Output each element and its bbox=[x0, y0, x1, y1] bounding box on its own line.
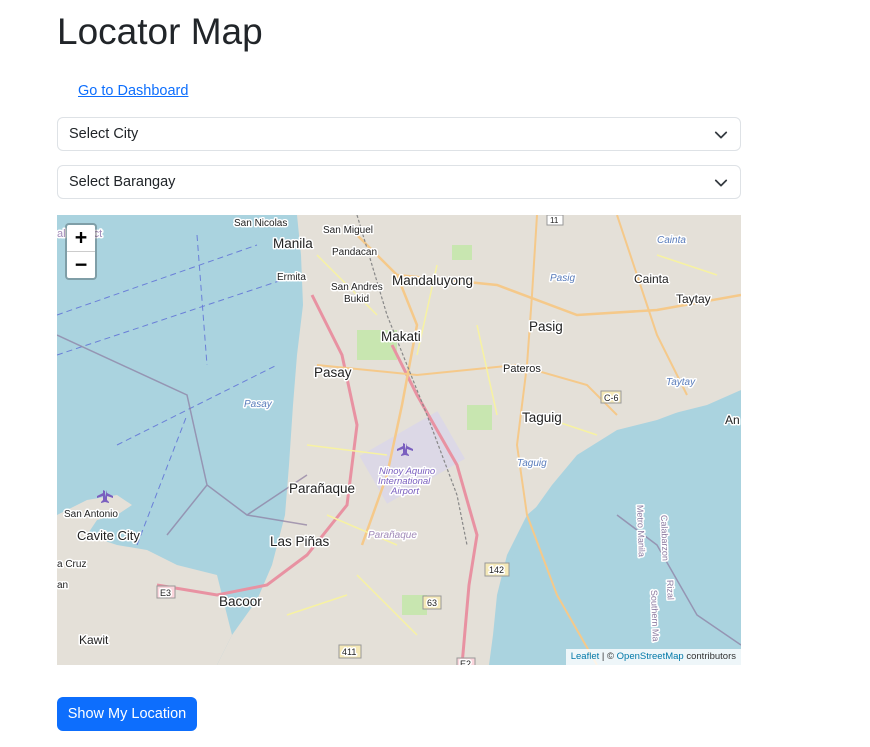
map-label: 63 bbox=[427, 598, 437, 608]
map-label: an bbox=[57, 580, 68, 591]
map-label: Bacoor bbox=[219, 594, 262, 609]
map-label: Mandaluyong bbox=[392, 273, 473, 288]
chevron-down-icon bbox=[714, 131, 728, 139]
city-select[interactable]: Select City bbox=[57, 117, 741, 151]
map-label: Taytay bbox=[666, 377, 696, 388]
leaflet-link[interactable]: Leaflet bbox=[571, 651, 600, 662]
city-select-value: Select City bbox=[69, 126, 139, 142]
attribution-suffix: contributors bbox=[683, 651, 736, 662]
attribution-separator: | © bbox=[599, 651, 617, 662]
map-label: Taguig bbox=[522, 410, 562, 425]
barangay-select-value: Select Barangay bbox=[69, 174, 176, 190]
map-label: Calabarzon bbox=[659, 515, 671, 561]
map-tiles[interactable]: al District San Nicolas San Miguel Manil… bbox=[57, 215, 741, 665]
map-label: Las Piñas bbox=[270, 534, 330, 549]
show-my-location-button[interactable]: Show My Location bbox=[57, 697, 197, 731]
map-label: Pasig bbox=[529, 319, 563, 334]
map-label: Pasay bbox=[244, 399, 273, 410]
map-label: C-6 bbox=[604, 393, 619, 403]
map-label: Cainta bbox=[657, 235, 686, 246]
map-label: E2 bbox=[460, 659, 471, 665]
map-label: Cavite City bbox=[77, 528, 140, 543]
map-label: Manila bbox=[273, 236, 313, 251]
map-label: Ermita bbox=[277, 272, 306, 283]
map-label: Taguig bbox=[517, 458, 547, 469]
map-label: Metro Manila bbox=[635, 505, 647, 557]
map-label: a Cruz bbox=[57, 559, 86, 570]
map-label: Makati bbox=[381, 329, 421, 344]
map-label: Cainta bbox=[634, 272, 669, 286]
map-label: San Antonio bbox=[64, 509, 118, 520]
openstreetmap-link[interactable]: OpenStreetMap bbox=[617, 651, 684, 662]
park bbox=[467, 405, 492, 430]
map-label: Pasay bbox=[314, 365, 352, 380]
map-label: Kawit bbox=[79, 633, 109, 647]
map-label: Southern Ma bbox=[649, 590, 661, 642]
map-label: An bbox=[725, 413, 740, 427]
map-label: San Andres bbox=[331, 282, 383, 293]
map-label: Parañaque bbox=[289, 481, 355, 496]
map-label: 11 bbox=[550, 216, 559, 225]
zoom-in-button[interactable]: + bbox=[67, 225, 95, 251]
zoom-out-button[interactable]: − bbox=[67, 251, 95, 278]
map-attribution: Leaflet | © OpenStreetMap contributors bbox=[565, 649, 741, 665]
map-label: 411 bbox=[342, 647, 356, 657]
map-label: San Miguel bbox=[323, 225, 373, 236]
park bbox=[452, 245, 472, 260]
map-view[interactable]: al District San Nicolas San Miguel Manil… bbox=[57, 215, 741, 665]
map-label: Pateros bbox=[503, 363, 541, 375]
map-label: Pasig bbox=[550, 273, 575, 284]
map-label: Bukid bbox=[344, 294, 369, 305]
dashboard-link[interactable]: Go to Dashboard bbox=[78, 83, 188, 99]
map-label: Airport bbox=[390, 486, 419, 497]
map-label: E3 bbox=[160, 588, 171, 598]
map-label: Parañaque bbox=[368, 530, 417, 541]
map-label: San Nicolas bbox=[234, 218, 287, 229]
barangay-select[interactable]: Select Barangay bbox=[57, 165, 741, 199]
map-label: Taytay bbox=[676, 292, 711, 306]
map-label: Rizal bbox=[665, 580, 676, 600]
zoom-control: + − bbox=[65, 223, 97, 280]
map-label: Pandacan bbox=[332, 247, 377, 258]
page-title: Locator Map bbox=[57, 11, 263, 52]
chevron-down-icon bbox=[714, 179, 728, 187]
map-label: 142 bbox=[489, 565, 504, 575]
